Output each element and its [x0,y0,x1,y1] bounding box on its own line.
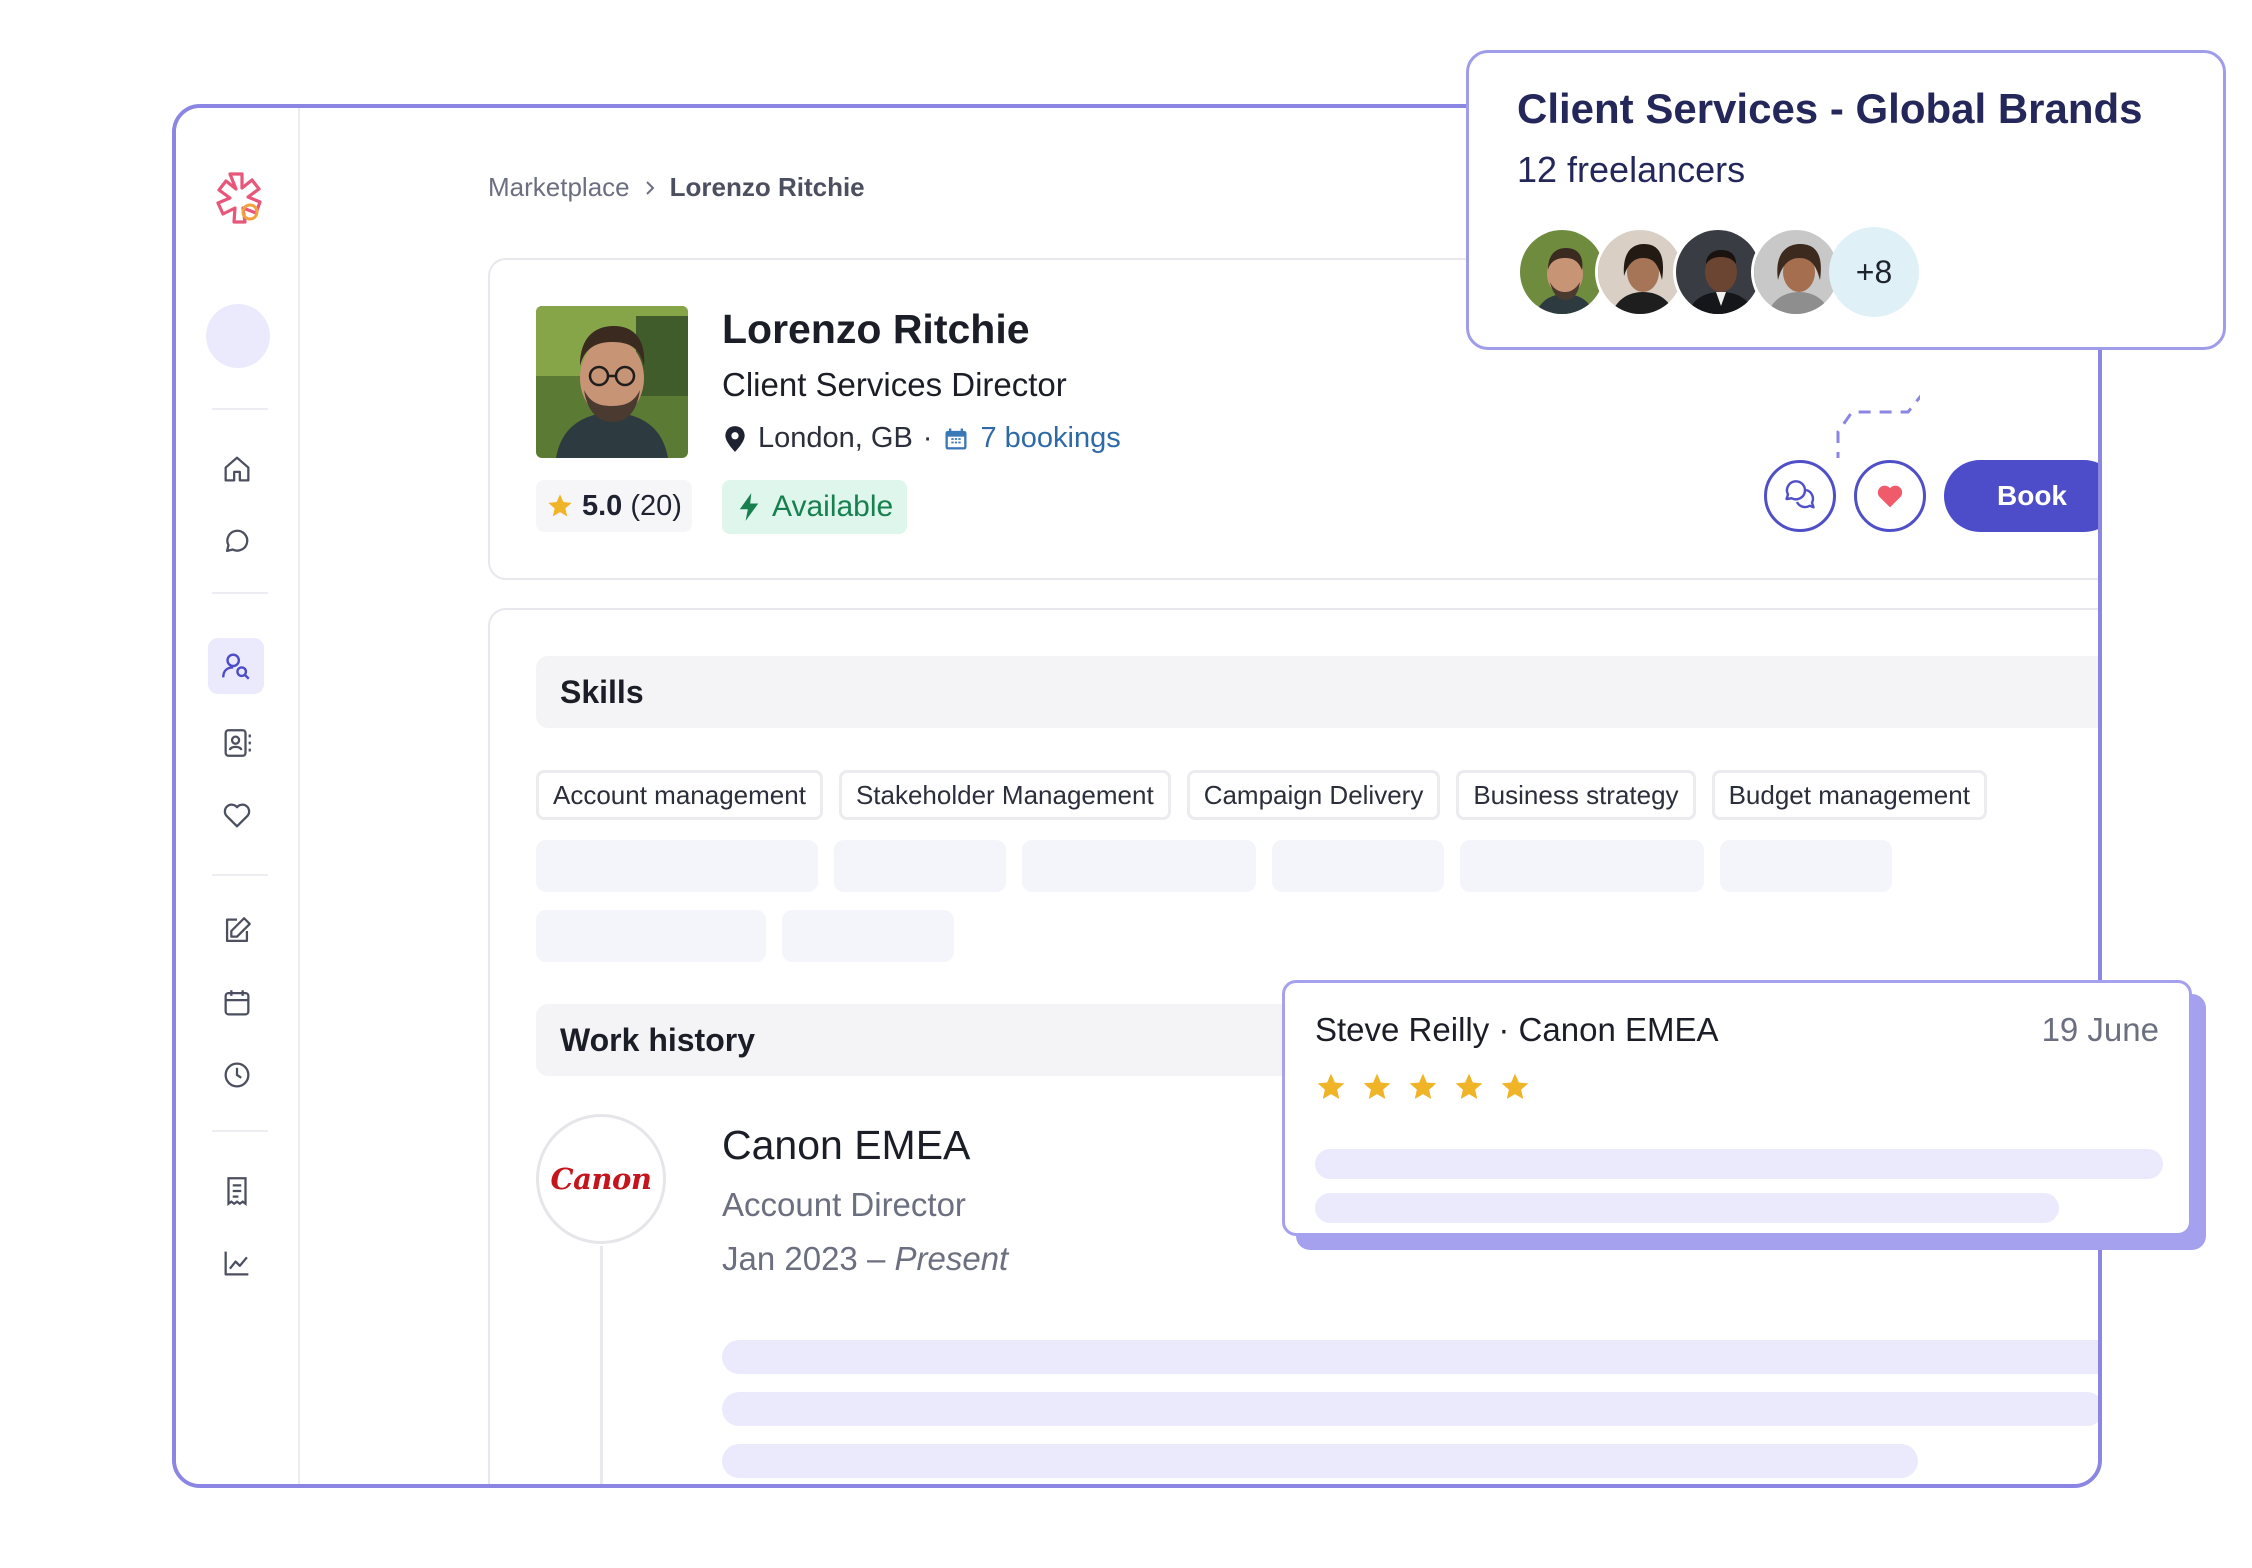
skill-placeholder [1460,840,1704,892]
skill-placeholder [782,910,954,962]
calendar-icon [945,428,967,449]
skills-heading: Skills [536,656,2098,728]
location-pin-icon [725,425,745,452]
description-placeholder [722,1392,2098,1426]
availability-badge: Available [722,480,908,534]
skills-list: Account management Stakeholder Managemen… [536,770,1987,820]
sidebar-divider [212,408,268,410]
description-placeholder [722,1340,2098,1374]
job-company: Canon EMEA [722,1122,971,1168]
skill-chip: Business strategy [1456,770,1696,820]
lightning-icon [739,493,759,521]
skill-placeholder [1272,840,1444,892]
skill-placeholder [536,840,818,892]
calendar-icon[interactable] [216,982,258,1024]
clock-icon[interactable] [216,1054,258,1096]
skill-chip: Campaign Delivery [1186,770,1441,820]
sidebar-divider [212,874,268,876]
team-avatars: +8 [1517,227,1919,317]
review-text-placeholder [1315,1149,2163,1179]
review-author: Steve Reilly · Canon EMEA [1315,1011,1719,1048]
star-icon [1363,1073,1391,1099]
skill-chip: Budget management [1711,770,1987,820]
team-card[interactable]: Client Services - Global Brands 12 freel… [1466,50,2226,350]
star-icon [1501,1073,1529,1099]
more-avatars-badge[interactable]: +8 [1829,227,1919,317]
job-end: Present [894,1240,1009,1277]
skill-placeholder [536,910,766,962]
bookings-link[interactable]: 7 bookings [980,422,1120,455]
profile-name: Lorenzo Ritchie [722,306,1030,352]
meta-separator: · [922,422,933,454]
review-date: 19 June [2041,1011,2159,1048]
chat-icon[interactable] [216,520,258,562]
breadcrumb-current: Lorenzo Ritchie [669,172,865,202]
review-stars [1315,1071,1531,1103]
edit-icon[interactable] [216,910,258,952]
rating-badge: 5.0 (20) [536,480,692,532]
chart-icon[interactable] [216,1242,258,1284]
job-start: Jan 2023 – [722,1240,895,1277]
profile-photo [536,306,688,458]
profile-meta: London, GB · 7 bookings [722,422,1121,455]
avatar[interactable] [1595,227,1685,317]
contacts-icon[interactable] [216,722,258,764]
avatar[interactable] [1517,227,1607,317]
receipt-icon[interactable] [216,1170,258,1212]
review-text-placeholder [1315,1193,2059,1223]
skill-placeholder [1022,840,1256,892]
job-role: Account Director [722,1186,966,1223]
job-dates: Jan 2023 – Present [722,1240,1008,1278]
skill-chip: Account management [536,770,823,820]
profile-title: Client Services Director [722,366,1067,403]
book-button[interactable]: Book [1944,460,2098,532]
avatar[interactable] [1673,227,1763,317]
skill-placeholder [1720,840,1892,892]
home-icon[interactable] [216,448,258,490]
description-placeholder [722,1444,1918,1478]
rating-score: 5.0 [582,489,623,522]
avatar[interactable] [1751,227,1841,317]
timeline-line [600,1246,603,1484]
favorite-button[interactable] [1854,460,1926,532]
profile-actions: Book [1764,460,2098,532]
profile-location: London, GB [758,422,913,454]
message-button[interactable] [1764,460,1836,532]
chat-bubbles-icon [1785,480,1815,509]
heart-icon[interactable] [216,794,258,836]
star-icon [1409,1073,1437,1099]
sidebar [176,108,300,1484]
breadcrumb: Marketplace Lorenzo Ritchie [488,172,865,203]
team-title: Client Services - Global Brands [1517,85,2143,132]
review-card-body: Steve Reilly · Canon EMEA 19 June [1282,980,2192,1236]
star-icon [1317,1073,1345,1099]
review-card: Steve Reilly · Canon EMEA 19 June [1282,980,2212,1250]
sidebar-divider [212,592,268,594]
chevron-right-icon [645,180,655,195]
availability-label: Available [772,490,894,523]
company-logo-text: Canon [550,1162,652,1196]
breadcrumb-root[interactable]: Marketplace [488,172,630,203]
user-avatar[interactable] [206,304,270,368]
team-count: 12 freelancers [1517,149,1746,190]
sidebar-divider [212,1130,268,1132]
company-logo: Canon [536,1114,666,1244]
skill-chip: Stakeholder Management [838,770,1171,820]
skill-placeholder [834,840,1006,892]
user-search-icon[interactable] [208,638,264,694]
heart-filled-icon [1877,485,1903,508]
connector-line [1836,394,1920,458]
star-icon [548,494,572,517]
brand-logo-icon[interactable] [204,168,268,232]
star-icon [1455,1073,1483,1099]
rating-count: (20) [630,489,682,522]
